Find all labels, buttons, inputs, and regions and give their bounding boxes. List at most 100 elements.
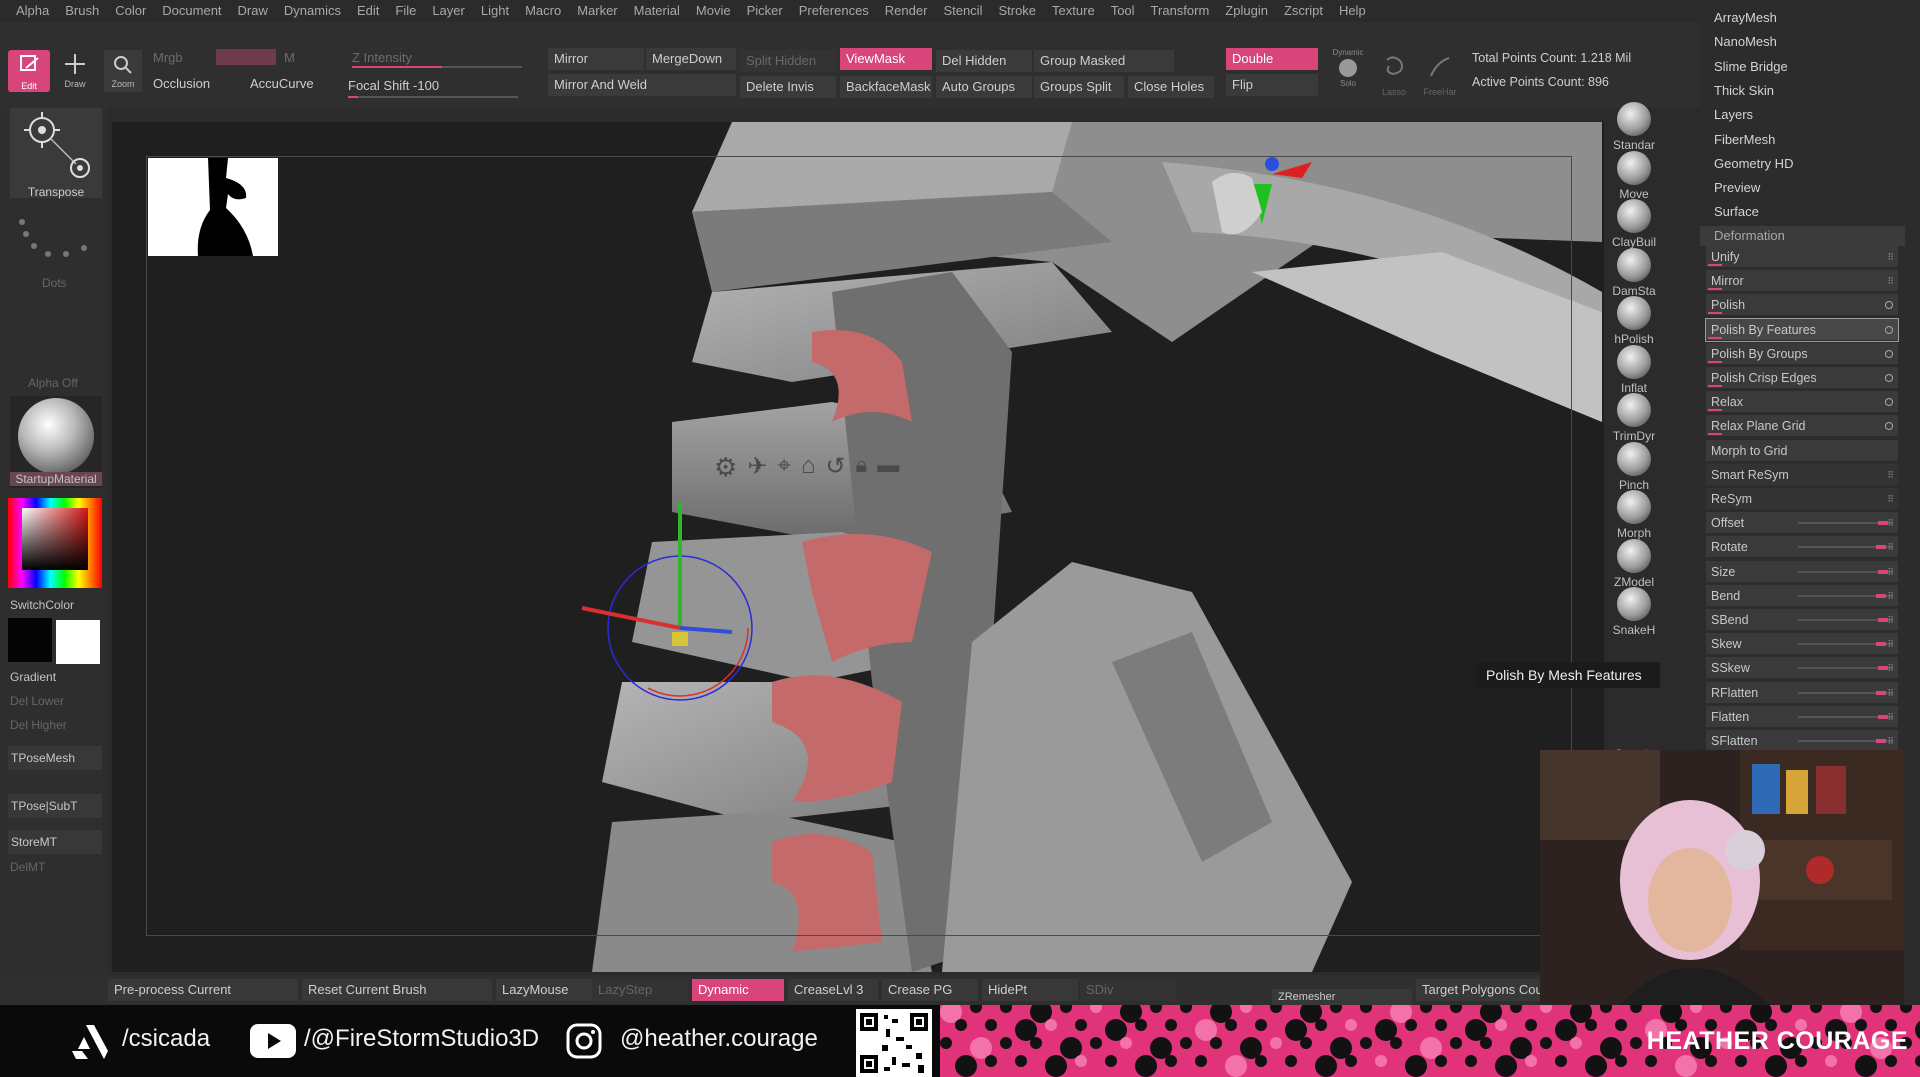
- axis-toggle-icon[interactable]: ⠿: [1887, 609, 1894, 631]
- row-slider[interactable]: [1798, 690, 1893, 695]
- row-slider[interactable]: [1798, 618, 1893, 622]
- deformation-row[interactable]: SFlatten ⠿: [1706, 730, 1898, 752]
- row-slider[interactable]: [1798, 545, 1893, 550]
- menu-item[interactable]: Stencil: [935, 0, 990, 22]
- deformation-row[interactable]: RFlatten ⠿: [1706, 681, 1898, 704]
- menu-item[interactable]: Alpha: [8, 0, 57, 22]
- flip-button[interactable]: Flip: [1226, 74, 1318, 96]
- deformation-row[interactable]: Unify ⠿: [1706, 246, 1898, 268]
- brush-button[interactable]: Inflat: [1604, 344, 1664, 395]
- silhouette-thumbnail[interactable]: [148, 158, 278, 256]
- focal-shift-slider[interactable]: Focal Shift -100: [348, 78, 439, 94]
- axis-toggle-icon[interactable]: ⠿: [1887, 270, 1894, 292]
- lazystep-slider[interactable]: LazyStep: [592, 979, 688, 1001]
- deformation-row[interactable]: Offset ⠿: [1706, 512, 1898, 535]
- menu-item[interactable]: Layer: [424, 0, 473, 22]
- radio-dot-icon[interactable]: [1885, 325, 1893, 334]
- axis-toggle-icon[interactable]: ⠿: [1887, 682, 1894, 704]
- brush-button[interactable]: hPolish: [1604, 296, 1664, 346]
- material-button[interactable]: StartupMaterial: [10, 396, 102, 488]
- row-slider[interactable]: [1798, 714, 1893, 719]
- lasso-button[interactable]: Lasso: [1376, 52, 1412, 100]
- menu-item[interactable]: Material: [626, 0, 688, 22]
- lock-icon[interactable]: 🔒︎: [856, 452, 868, 483]
- menu-item[interactable]: Picker: [739, 0, 791, 22]
- row-slider[interactable]: [1798, 642, 1893, 647]
- occlusion-button[interactable]: Occlusion: [153, 76, 210, 92]
- dynamic-solo-button[interactable]: Dynamic Solo: [1330, 48, 1366, 98]
- color-saturation-square[interactable]: [22, 508, 88, 570]
- secondary-color-swatch[interactable]: [56, 620, 100, 664]
- deformation-row[interactable]: Skew ⠿: [1706, 633, 1898, 656]
- axis-toggle-icon[interactable]: ⠿: [1887, 488, 1894, 510]
- transpose-button[interactable]: Transpose: [10, 108, 102, 199]
- menu-item[interactable]: Marker: [569, 0, 625, 22]
- crease-pg-button[interactable]: Crease PG: [882, 979, 978, 1001]
- brush-button[interactable]: Morph: [1604, 490, 1664, 540]
- brush-button[interactable]: Move: [1604, 150, 1664, 201]
- menu-item[interactable]: Color: [107, 0, 154, 22]
- deformation-row[interactable]: Bend ⠿: [1706, 584, 1898, 607]
- deformation-row[interactable]: ReSym ⠿: [1706, 488, 1898, 510]
- axis-toggle-icon[interactable]: ⠿: [1887, 464, 1894, 486]
- zremesher-button[interactable]: ZRemesher: [1272, 989, 1412, 1005]
- radio-dot-icon[interactable]: [1885, 301, 1893, 310]
- preprocess-current-button[interactable]: Pre-process Current: [108, 979, 298, 1001]
- location-icon[interactable]: ⌖: [777, 452, 791, 483]
- menu-item[interactable]: Texture: [1044, 0, 1103, 22]
- axis-toggle-icon[interactable]: ⠿: [1887, 633, 1894, 655]
- del-lower-button[interactable]: Del Lower: [10, 694, 64, 708]
- menu-item[interactable]: Zplugin: [1217, 0, 1276, 22]
- delmt-button[interactable]: DelMT: [10, 860, 45, 874]
- axis-toggle-icon[interactable]: ⠿: [1887, 246, 1894, 268]
- canvas-viewport[interactable]: ⚙ ✈ ⌖ ⌂ ↺ 🔒︎ ▬: [112, 122, 1604, 972]
- deformation-row[interactable]: Morph to Grid: [1706, 439, 1898, 462]
- axis-toggle-icon[interactable]: ⠿: [1887, 730, 1894, 752]
- dynamic-subdiv-button[interactable]: Dynamic: [692, 979, 784, 1001]
- zoom-button[interactable]: Zoom: [104, 50, 142, 92]
- menu-item[interactable]: Brush: [57, 0, 107, 22]
- delete-invis-button[interactable]: Delete Invis: [740, 76, 836, 98]
- mirror-and-weld-button[interactable]: Mirror And Weld: [548, 74, 736, 96]
- deformation-row[interactable]: SSkew ⠿: [1706, 657, 1898, 680]
- radio-dot-icon[interactable]: [1885, 374, 1893, 382]
- tposemesh-button[interactable]: TPoseMesh: [8, 746, 102, 770]
- subpalette-item[interactable]: ArrayMesh: [1714, 10, 1777, 25]
- radio-dot-icon[interactable]: [1885, 422, 1893, 431]
- z-intensity-slider[interactable]: [352, 66, 522, 68]
- alpha-button[interactable]: Alpha Off: [10, 304, 102, 396]
- primary-color-swatch[interactable]: [8, 618, 52, 662]
- subpalette-item[interactable]: NanoMesh: [1714, 34, 1777, 49]
- menu-item[interactable]: Zscript: [1276, 0, 1331, 22]
- edit-button[interactable]: Edit: [8, 50, 50, 92]
- row-slider[interactable]: [1798, 593, 1893, 598]
- brush-button[interactable]: Standar: [1604, 102, 1664, 152]
- deformation-row[interactable]: Polish Crisp Edges: [1706, 367, 1898, 389]
- draw-button[interactable]: Draw: [56, 50, 94, 92]
- deformation-row[interactable]: Smart ReSym ⠿: [1706, 463, 1898, 486]
- brush-button[interactable]: DamSta: [1604, 247, 1664, 298]
- brush-button[interactable]: TrimDyr: [1604, 393, 1664, 443]
- del-hidden-button[interactable]: Del Hidden: [936, 50, 1032, 72]
- row-slider[interactable]: [1798, 521, 1893, 526]
- subpalette-item[interactable]: Thick Skin: [1714, 83, 1774, 98]
- deformation-row[interactable]: Mirror ⠿: [1706, 270, 1898, 293]
- gear-icon[interactable]: ⚙: [714, 452, 737, 483]
- z-intensity-label[interactable]: Z Intensity: [352, 50, 412, 66]
- axis-toggle-icon[interactable]: ⠿: [1887, 585, 1894, 607]
- double-button[interactable]: Double: [1226, 48, 1318, 70]
- axis-toggle-icon[interactable]: ⠿: [1887, 706, 1894, 728]
- close-holes-button[interactable]: Close Holes: [1128, 76, 1214, 98]
- subpalette-item[interactable]: FiberMesh: [1714, 132, 1775, 147]
- instagram-handle[interactable]: @heather.courage: [620, 1025, 818, 1053]
- target-polygons-slider[interactable]: Target Polygons Cour: [1416, 979, 1540, 1001]
- axis-toggle-icon[interactable]: ⠿: [1887, 657, 1894, 679]
- home-icon[interactable]: ⌂: [801, 452, 816, 483]
- hidept-button[interactable]: HidePt: [982, 979, 1078, 1001]
- del-higher-button[interactable]: Del Higher: [10, 718, 67, 732]
- menu-item[interactable]: Dynamics: [276, 0, 349, 22]
- split-hidden-button[interactable]: Split Hidden: [740, 50, 836, 72]
- lazymouse-button[interactable]: LazyMouse: [496, 979, 592, 1001]
- menu-item[interactable]: Light: [473, 0, 517, 22]
- deformation-row[interactable]: Size ⠿: [1706, 560, 1898, 583]
